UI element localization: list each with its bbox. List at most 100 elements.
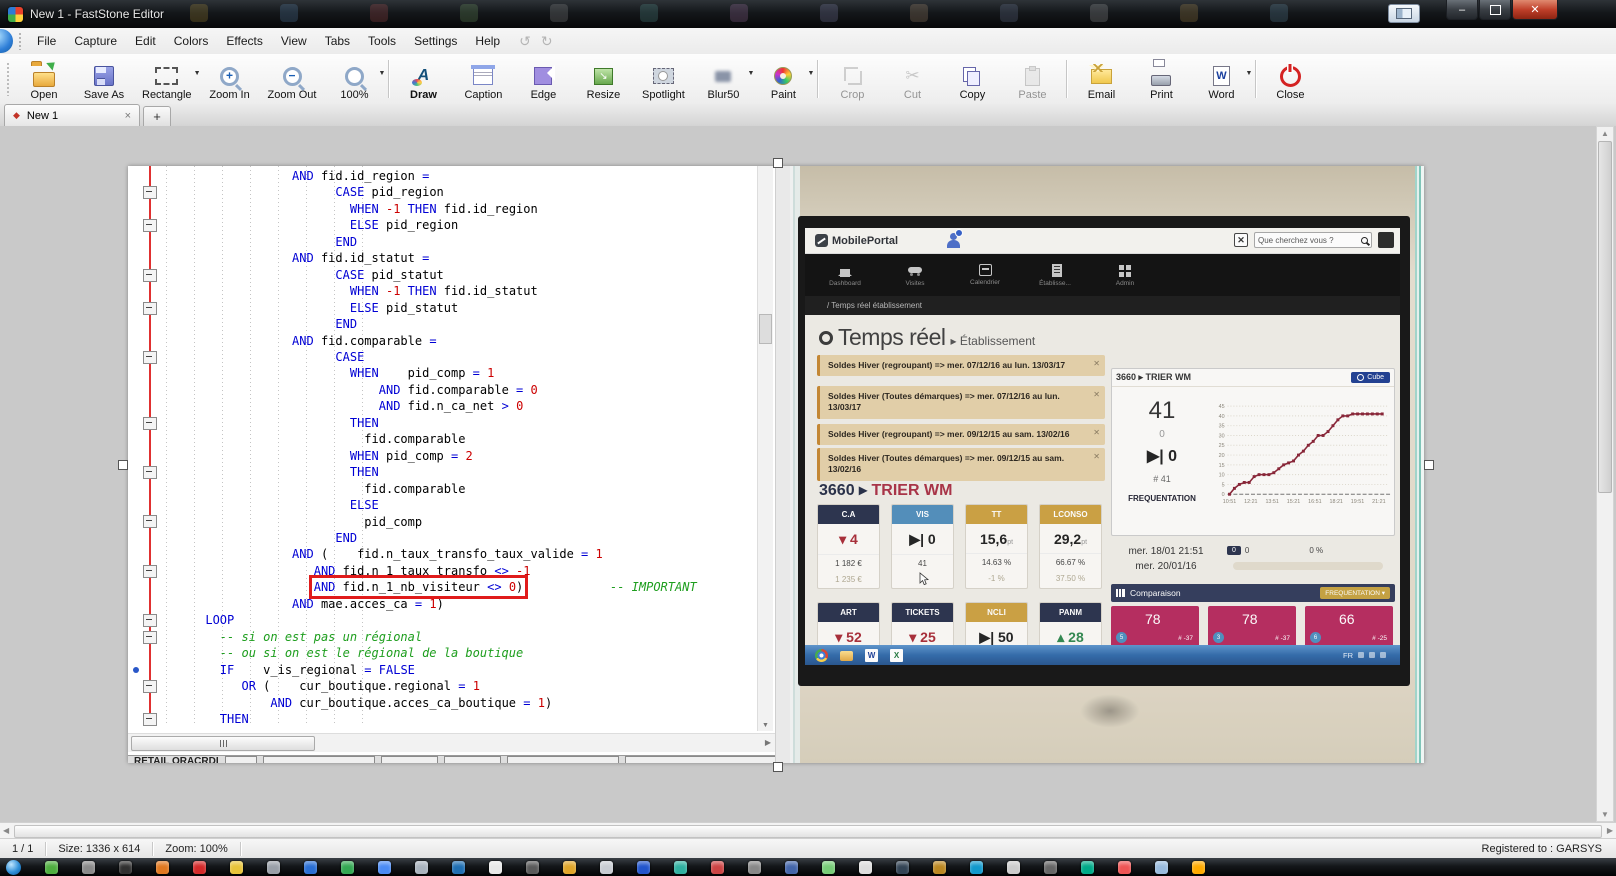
taskbar-app-icon[interactable] [119,861,132,874]
taskbar-app-icon[interactable] [711,861,724,874]
selection-handle[interactable] [118,460,128,470]
taskbar-app-icon[interactable] [822,861,835,874]
scrollbar-thumb[interactable] [1598,141,1612,493]
taskbar-app-icon[interactable] [193,861,206,874]
layout-button[interactable] [1388,4,1420,23]
scrollbar-thumb[interactable] [14,825,1602,838]
fold-minus-icon [143,269,157,282]
taskbar-app-icon[interactable] [785,861,798,874]
ghost-app-icon [280,4,298,22]
tab-close-icon[interactable]: × [125,110,131,122]
new-tab-button[interactable]: + [143,106,171,126]
email-button[interactable]: Email [1071,54,1131,104]
menu-tools[interactable]: Tools [359,30,405,52]
taskbar-app-icon[interactable] [748,861,761,874]
taskbar-app-icon[interactable] [526,861,539,874]
taskbar-app-icon[interactable] [230,861,243,874]
resize-button[interactable]: ↘Resize [573,54,633,104]
menu-settings[interactable]: Settings [405,30,466,52]
print-button[interactable]: Print [1131,54,1191,104]
taskbar-app-icon[interactable] [156,861,169,874]
panel-stats: 41 0 ▶| 0 # 41 FREQUENTATION [1118,391,1206,523]
frequentation-filter-button: FREQUENTATION ▾ [1320,587,1390,599]
cube-button: Cube [1351,372,1390,383]
maximize-button[interactable] [1479,0,1511,20]
taskbar-app-icon[interactable] [415,861,428,874]
taskbar-app-icon[interactable] [970,861,983,874]
photo-right-edge [1415,166,1424,763]
menu-file[interactable]: File [28,30,65,52]
taskbar-app-icon[interactable] [1081,861,1094,874]
caption-button[interactable]: Caption [453,54,513,104]
chevron-down-icon[interactable]: ▼ [1246,70,1253,77]
taskbar-app-icon[interactable] [674,861,687,874]
menu-colors[interactable]: Colors [165,30,218,52]
chevron-down-icon[interactable]: ▼ [379,70,386,77]
taskbar-app-icon[interactable] [896,861,909,874]
zoom-100-button[interactable]: 100%▼ [324,54,384,104]
taskbar-app-icon[interactable] [1192,861,1205,874]
taskbar-app-icon[interactable] [1155,861,1168,874]
selection-handle[interactable] [1424,460,1434,470]
edge-button[interactable]: Edge [513,54,573,104]
zoom-in-button[interactable]: +Zoom In [200,54,260,104]
page-indicator: 1 / 1 [0,842,46,856]
grid-icon [1117,264,1133,277]
selection-handle[interactable] [773,762,783,772]
fold-minus-icon [143,515,157,528]
redo-icon[interactable]: ↻ [541,33,553,50]
taskbar-app-icon[interactable] [637,861,650,874]
print-icon [1149,65,1173,87]
taskbar-app-icon[interactable] [600,861,613,874]
taskbar-app-icon[interactable] [45,861,58,874]
menu-effects[interactable]: Effects [217,30,271,52]
paint-button[interactable]: Paint▼ [753,54,813,104]
taskbar-app-icon[interactable] [1044,861,1057,874]
minimize-button[interactable]: – [1446,0,1478,20]
frequentation-chart: 05101520253035404510:5112:2113:5115:2116… [1206,393,1392,523]
taskbar-app-icon[interactable] [1007,861,1020,874]
copy-button[interactable]: Copy [942,54,1002,104]
svg-text:40: 40 [1219,414,1225,420]
undo-icon[interactable]: ↺ [519,33,531,50]
home-icon [837,264,853,277]
menu-edit[interactable]: Edit [126,30,165,52]
menu-help[interactable]: Help [466,30,509,52]
menu-view[interactable]: View [272,30,316,52]
menu-tabs[interactable]: Tabs [316,30,359,52]
scroll-right-icon[interactable]: ▶ [1607,826,1613,835]
taskbar-app-icon[interactable] [933,861,946,874]
taskbar-app-icon[interactable] [378,861,391,874]
close-window-button[interactable]: ✕ [1512,0,1558,20]
scroll-down-icon[interactable]: ▼ [1597,810,1613,819]
tab-new-1[interactable]: ◆ New 1 × [4,104,140,126]
close-button[interactable]: Close [1260,54,1320,104]
taskbar-app-icon[interactable] [267,861,280,874]
open-button[interactable]: Open [14,54,74,104]
selection-handle[interactable] [773,158,783,168]
taskbar-app-icon[interactable] [82,861,95,874]
taskbar-app-icon[interactable] [304,861,317,874]
taskbar-app-icon[interactable] [489,861,502,874]
draw-button[interactable]: ADraw [393,54,453,104]
start-button[interactable] [6,860,21,875]
spotlight-button[interactable]: Spotlight [633,54,693,104]
title-bar[interactable]: New 1 - FastStone Editor – ✕ [0,0,1616,28]
menu-capture[interactable]: Capture [65,30,126,52]
titlebar-ghost-icons [190,4,1406,24]
svg-text:12:21: 12:21 [1244,499,1257,505]
taskbar-app-icon[interactable] [563,861,576,874]
rectangle-button[interactable]: Rectangle▼ [134,54,200,104]
blur50-button[interactable]: Blur50▼ [693,54,753,104]
word-button[interactable]: WWord▼ [1191,54,1251,104]
zoom-out-button[interactable]: −Zoom Out [260,54,325,104]
taskbar-app-icon[interactable] [859,861,872,874]
taskbar-app-icon[interactable] [452,861,465,874]
canvas-vertical-scrollbar[interactable]: ▲ ▼ [1596,126,1614,822]
taskbar-app-icon[interactable] [1118,861,1131,874]
scroll-up-icon[interactable]: ▲ [1597,129,1613,138]
taskbar-app-icon[interactable] [341,861,354,874]
chevron-down-icon[interactable]: ▼ [808,70,815,77]
save-as-button[interactable]: Save As [74,54,134,104]
scroll-left-icon[interactable]: ◀ [3,826,9,835]
